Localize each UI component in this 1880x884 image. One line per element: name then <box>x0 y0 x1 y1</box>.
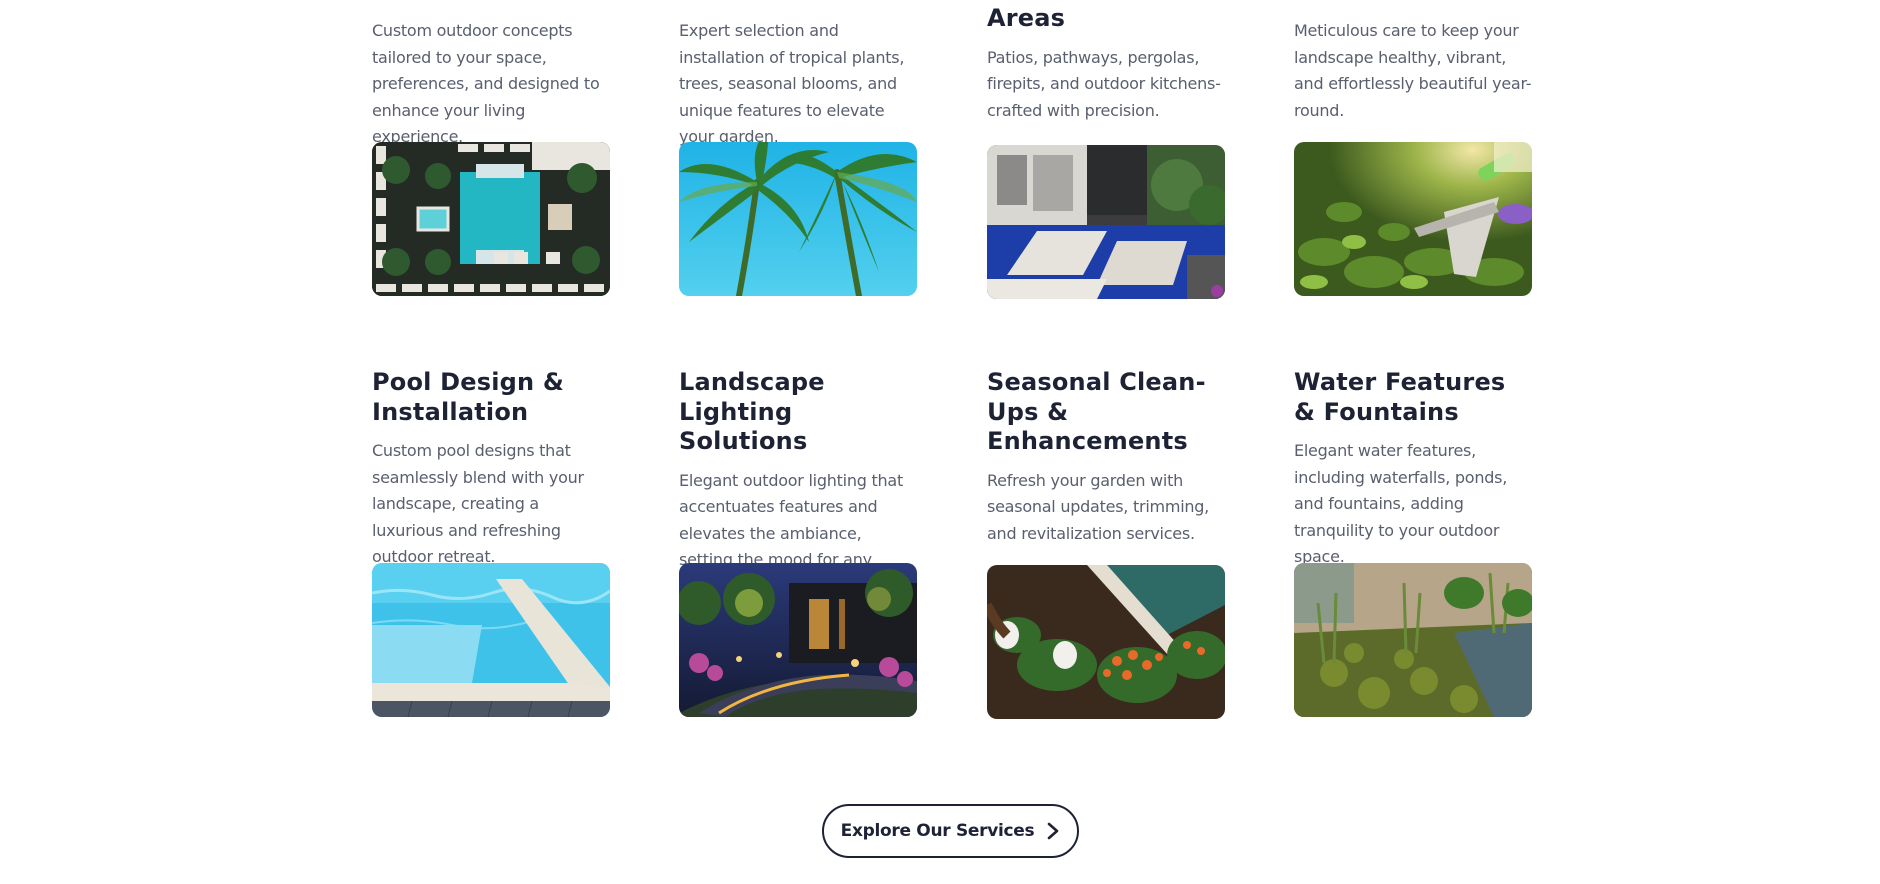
service-description: Custom outdoor concepts tailored to your… <box>372 21 600 146</box>
service-card: Meticulous care to keep your landscape h… <box>1294 18 1532 124</box>
service-title: Pool Design & Installation <box>372 368 565 426</box>
service-image-modern-patio <box>987 145 1225 299</box>
service-card: Areas Patios, pathways, pergolas, firepi… <box>987 4 1225 124</box>
service-description: Meticulous care to keep your landscape h… <box>1294 21 1532 120</box>
service-description: Patios, pathways, pergolas, firepits, an… <box>987 47 1221 120</box>
explore-services-label: Explore Our Services <box>840 821 1035 841</box>
service-description: Expert selection and installation of tro… <box>679 21 905 146</box>
service-title: Landscape Lighting Solutions <box>679 368 825 455</box>
service-image-palm-trees <box>679 142 917 296</box>
explore-services-button[interactable]: Explore Our Services <box>822 804 1079 858</box>
service-card: Pool Design & Installation Custom pool d… <box>372 368 610 571</box>
service-card: Water Features & Fountains Elegant water… <box>1294 368 1532 571</box>
service-card: Seasonal Clean-Ups & Enhancements Refres… <box>987 368 1225 547</box>
service-title: Areas <box>987 4 1066 32</box>
chevron-right-icon <box>1048 822 1059 840</box>
service-image-pond <box>1294 563 1532 717</box>
service-description: Custom pool designs that seamlessly blen… <box>372 441 584 566</box>
service-card: Expert selection and installation of tro… <box>679 18 917 151</box>
service-title: Water Features & Fountains <box>1294 368 1506 426</box>
service-image-pool-edge <box>372 563 610 717</box>
service-card: Custom outdoor concepts tailored to your… <box>372 18 610 151</box>
service-description: Refresh your garden with seasonal update… <box>987 470 1210 543</box>
service-description: Elegant water features, including waterf… <box>1294 441 1508 566</box>
service-image-pruning <box>1294 142 1532 296</box>
service-image-planting <box>987 565 1225 719</box>
service-image-night-lighting <box>679 563 917 717</box>
service-image-aerial-pool <box>372 142 610 296</box>
service-title: Seasonal Clean-Ups & Enhancements <box>987 368 1206 455</box>
